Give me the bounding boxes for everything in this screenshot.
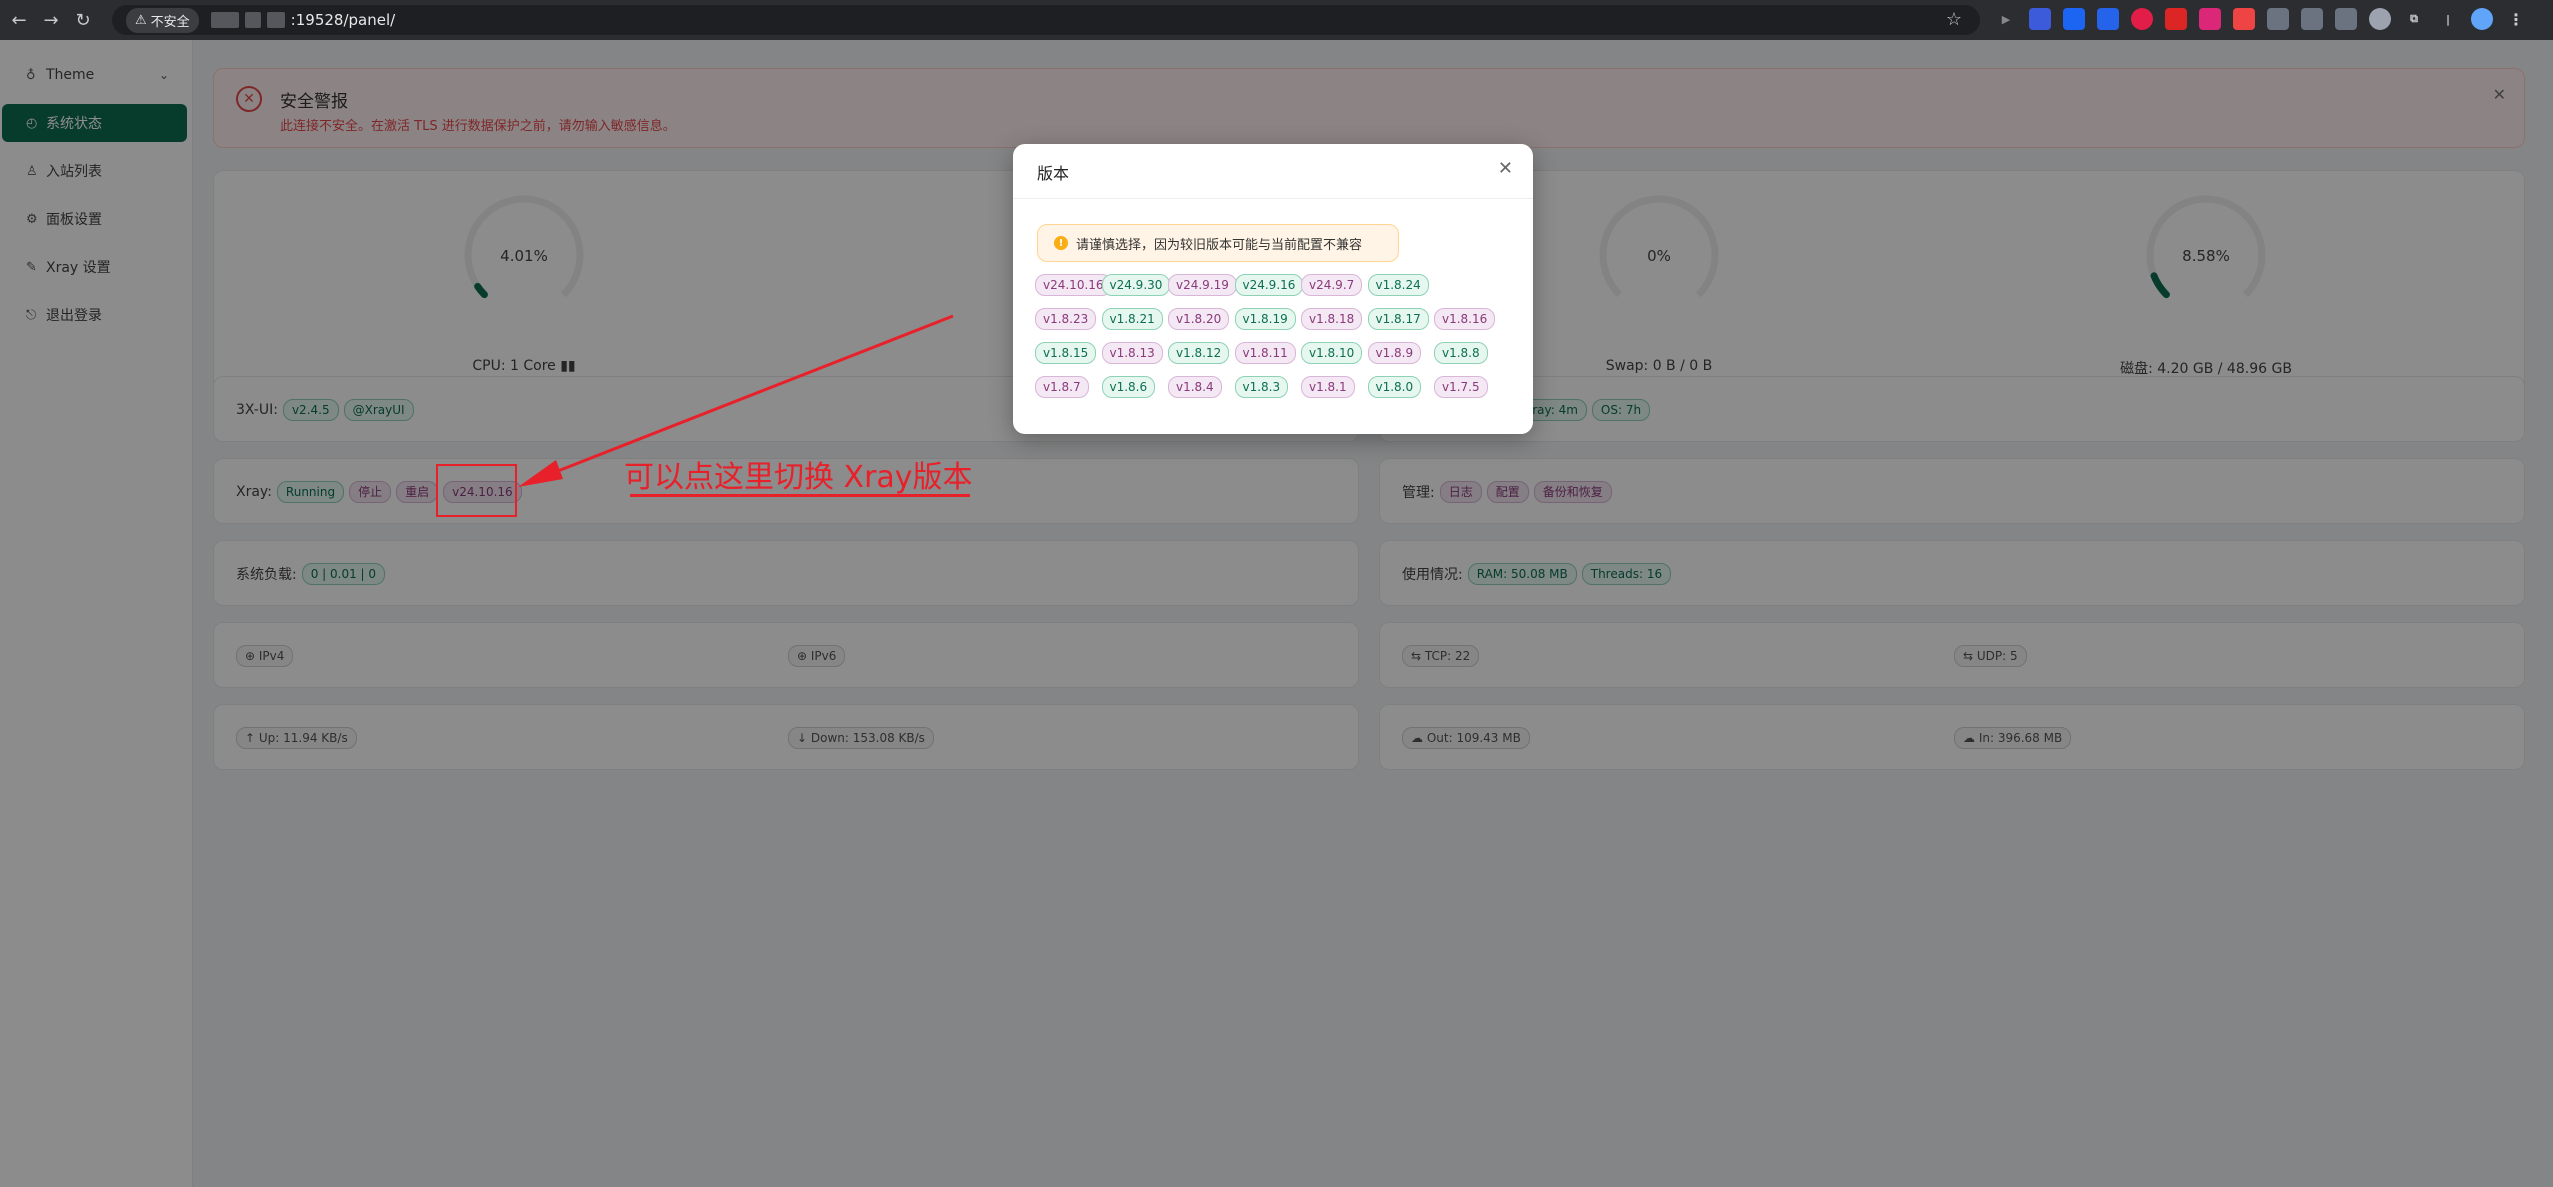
annotation-box: [436, 464, 517, 517]
extension-icon[interactable]: [2199, 8, 2221, 30]
browser-toolbar: ← → ↻ ⚠ 不安全 :19528/panel/ ☆ ▶ ⧉ | ⋮: [0, 0, 2553, 40]
version-option[interactable]: v1.8.9: [1367, 342, 1422, 364]
version-option[interactable]: v1.8.16: [1434, 308, 1496, 330]
version-option[interactable]: v1.8.19: [1234, 308, 1296, 330]
divider-icon: |: [2445, 12, 2451, 26]
version-option[interactable]: v24.9.30: [1101, 274, 1171, 296]
version-option[interactable]: v1.7.5: [1434, 376, 1488, 398]
version-option[interactable]: v1.8.6: [1101, 376, 1156, 398]
version-option[interactable]: v1.8.21: [1101, 308, 1163, 330]
modal-title: 版本: [1037, 164, 1070, 183]
extension-icon[interactable]: [2301, 8, 2323, 30]
forward-icon[interactable]: →: [38, 7, 64, 33]
extension-icon[interactable]: [2267, 8, 2289, 30]
version-option[interactable]: v24.9.19: [1168, 274, 1237, 296]
reload-icon[interactable]: ↻: [70, 7, 96, 33]
redacted-block: [266, 12, 285, 28]
extension-icon[interactable]: [2131, 8, 2153, 30]
play-extension-icon[interactable]: ▶: [1995, 8, 2017, 30]
extension-icon[interactable]: [2165, 8, 2187, 30]
version-list: v24.10.16 v24.9.30 v24.9.19 v24.9.16 v24.9.7…: [1035, 274, 1515, 398]
version-option[interactable]: v1.8.8: [1434, 342, 1488, 364]
close-icon[interactable]: ✕: [1498, 158, 1513, 179]
version-option[interactable]: v1.8.10: [1301, 342, 1363, 364]
version-option[interactable]: v1.8.7: [1035, 376, 1089, 398]
version-option[interactable]: v24.9.7: [1301, 274, 1363, 296]
version-option[interactable]: v1.8.4: [1168, 376, 1222, 398]
address-bar[interactable]: ⚠ 不安全 :19528/panel/ ☆: [112, 5, 1980, 35]
version-modal: 版本 ✕ ! 请谨慎选择，因为较旧版本可能与当前配置不兼容 v24.10.16 v…: [1013, 144, 1533, 434]
extension-icon[interactable]: [2335, 8, 2357, 30]
version-option[interactable]: v1.8.13: [1101, 342, 1163, 364]
version-option[interactable]: v1.8.3: [1234, 376, 1289, 398]
extension-icon[interactable]: [2097, 8, 2119, 30]
version-option[interactable]: v1.8.20: [1168, 308, 1230, 330]
version-option[interactable]: v1.8.23: [1035, 308, 1097, 330]
url-text: :19528/panel/: [290, 11, 396, 29]
extension-icon[interactable]: [2369, 8, 2391, 30]
redacted-block: [244, 12, 261, 28]
version-option[interactable]: v1.8.0: [1367, 376, 1422, 398]
compat-warning: ! 请谨慎选择，因为较旧版本可能与当前配置不兼容: [1037, 224, 1399, 262]
insecure-badge[interactable]: ⚠ 不安全: [126, 7, 199, 33]
extension-icon[interactable]: [2063, 8, 2085, 30]
bookmark-star-icon[interactable]: ☆: [1946, 9, 1962, 30]
version-option[interactable]: v1.8.12: [1168, 342, 1230, 364]
version-option[interactable]: v24.10.16: [1035, 274, 1112, 296]
version-option[interactable]: v1.8.18: [1301, 308, 1363, 330]
insecure-label: 不安全: [150, 14, 190, 30]
puzzle-icon[interactable]: ⧉: [2403, 8, 2425, 30]
version-option[interactable]: v1.8.24: [1367, 274, 1429, 296]
version-option[interactable]: v1.8.17: [1367, 308, 1429, 330]
warning-text: 请谨慎选择，因为较旧版本可能与当前配置不兼容: [1076, 237, 1363, 253]
extension-icon[interactable]: [2029, 8, 2051, 30]
version-option[interactable]: v1.8.15: [1035, 342, 1097, 364]
redacted-block: [210, 12, 239, 28]
menu-icon[interactable]: ⋮: [2505, 8, 2527, 30]
annotation-text: 可以点这里切换 Xray版本: [624, 460, 973, 495]
annotation-underline: [630, 494, 970, 497]
new-extension-icon[interactable]: [2233, 8, 2255, 30]
version-option[interactable]: v1.8.11: [1234, 342, 1296, 364]
warning-icon: ⚠: [135, 12, 147, 28]
profile-avatar[interactable]: [2471, 8, 2493, 30]
extensions-bar: ▶ ⧉ | ⋮: [1995, 8, 2527, 30]
exclamation-circle-icon: !: [1054, 236, 1068, 250]
modal-divider: [1013, 198, 1533, 199]
version-option[interactable]: v24.9.16: [1234, 274, 1304, 296]
back-icon[interactable]: ←: [6, 7, 32, 33]
version-option[interactable]: v1.8.1: [1301, 376, 1355, 398]
